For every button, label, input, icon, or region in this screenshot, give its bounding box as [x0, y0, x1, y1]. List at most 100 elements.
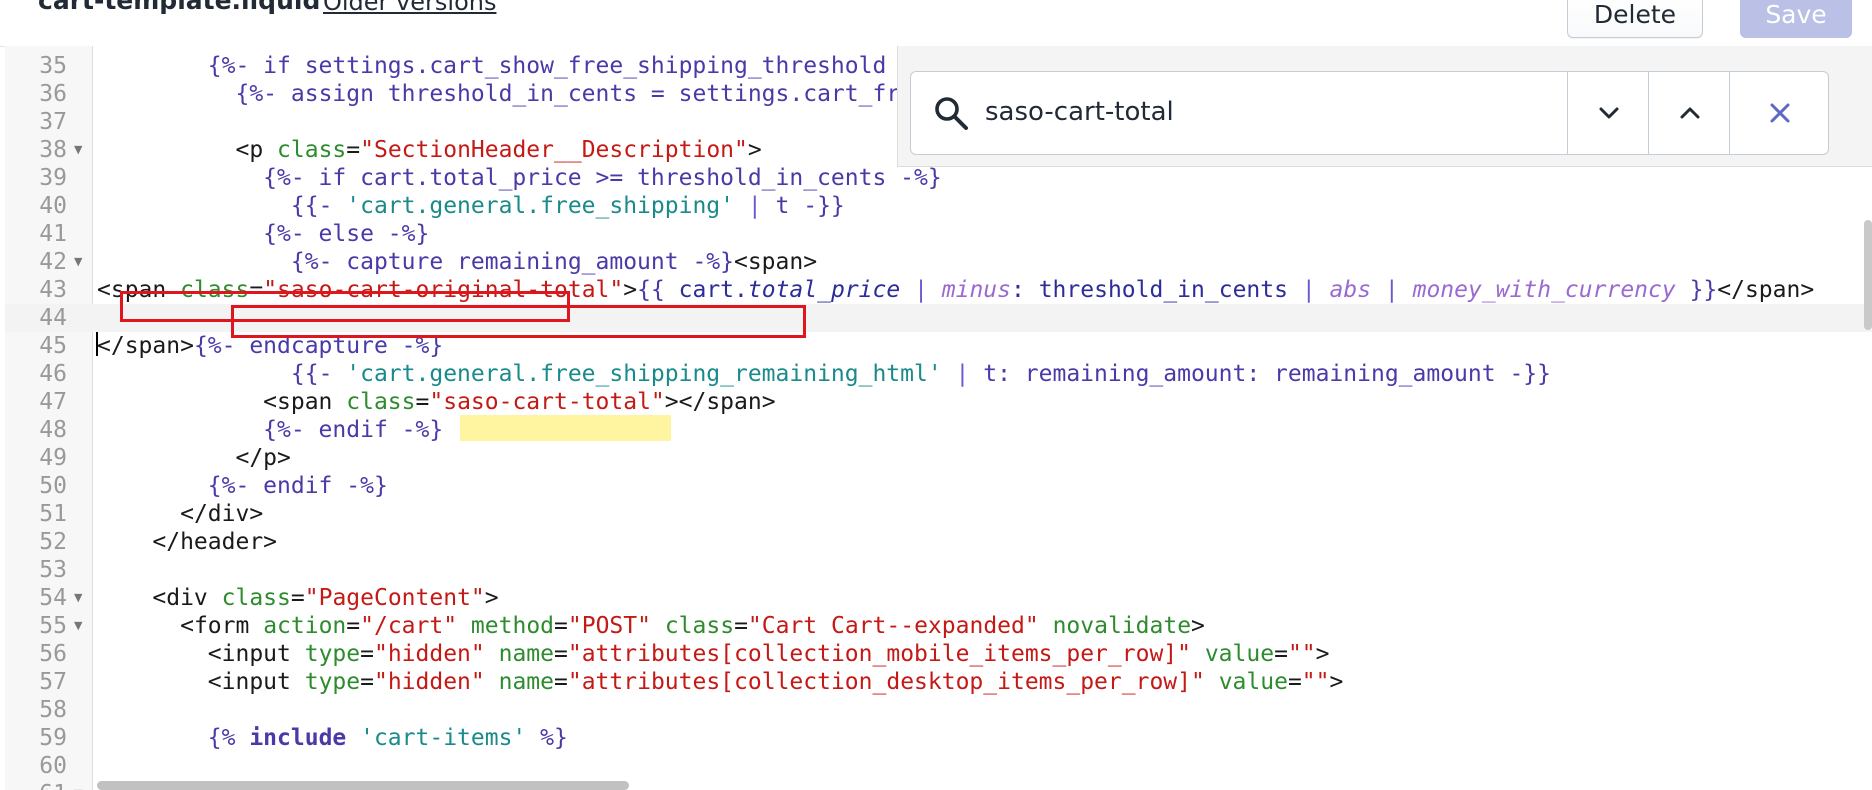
code-token: 'cart-items' [346, 725, 527, 751]
code-token: "POST" [567, 613, 651, 639]
delete-button[interactable]: Delete [1567, 0, 1703, 38]
save-button[interactable]: Save [1740, 0, 1852, 38]
code-text: {% include 'cart-items' %} [97, 724, 568, 752]
code-token: | [941, 361, 984, 387]
line-number: 49 [39, 445, 67, 471]
line-number: 35 [39, 53, 67, 79]
code-line[interactable]: 52 </header> [5, 528, 1872, 556]
code-token: = [360, 641, 374, 667]
line-number: 58 [39, 697, 67, 723]
code-token: type [304, 669, 361, 695]
code-line[interactable]: 57 <input type="hidden" name="attributes… [5, 668, 1872, 696]
code-line[interactable]: 48 {%- endif -%} [5, 416, 1872, 444]
code-line[interactable]: 53 [5, 556, 1872, 584]
line-number: 41 [39, 221, 67, 247]
code-line[interactable]: 54 ▼ <div class="PageContent"> [5, 584, 1872, 612]
code-line[interactable]: 59 {% include 'cart-items' %} [5, 724, 1872, 752]
code-token: minus [941, 277, 1012, 303]
code-token: t: remaining_amount: remaining_amount -}… [983, 361, 1551, 387]
line-number: 54 [39, 585, 67, 611]
code-line[interactable]: 39 {%- if cart.total_price >= threshold_… [5, 164, 1872, 192]
code-line[interactable]: 55 ▼ <form action="/cart" method="POST" c… [5, 612, 1872, 640]
code-text: {%- endif -%} [97, 472, 388, 500]
code-token: <span> [733, 249, 818, 275]
code-token: t -}} [775, 193, 845, 219]
code-text: {%- if settings.cart_show_free_shipping_… [97, 52, 942, 80]
fold-arrow-icon[interactable]: ▼ [74, 248, 82, 276]
code-token: method [457, 613, 555, 639]
code-token: class [650, 613, 735, 639]
code-token: {%- if settings.cart_show_free_shipping_… [207, 53, 942, 79]
search-input[interactable] [985, 90, 1565, 134]
code-line[interactable]: 41 {%- else -%} [5, 220, 1872, 248]
code-token: = [554, 669, 568, 695]
code-token: {%- capture remaining_amount -%} [290, 249, 734, 275]
code-text: {%- endif -%} [97, 416, 443, 444]
code-line[interactable]: 56 <input type="hidden" name="attributes… [5, 640, 1872, 668]
code-token: value [1204, 669, 1288, 695]
code-token: "PageContent" [304, 585, 485, 611]
line-number: 60 [39, 753, 67, 779]
code-token: <form [180, 613, 264, 639]
code-line[interactable]: 46 {{- 'cart.general.free_shipping_remai… [5, 360, 1872, 388]
code-token: = [360, 669, 374, 695]
code-token: "hidden" [373, 669, 485, 695]
code-token: > [484, 585, 499, 611]
code-line[interactable]: 51 </div> [5, 500, 1872, 528]
previous-match-button[interactable] [1648, 71, 1730, 155]
next-match-button[interactable] [1567, 71, 1649, 155]
code-token: "attributes[collection_desktop_items_per… [567, 669, 1205, 695]
line-number: 36 [39, 81, 67, 107]
fold-arrow-icon[interactable]: ▼ [74, 612, 82, 640]
code-token: name [484, 669, 554, 695]
line-number: 53 [39, 557, 67, 583]
code-line[interactable]: 42 ▼ {%- capture remaining_amount -%}<spa… [5, 248, 1872, 276]
older-versions-link[interactable]: Older versions [323, 0, 496, 16]
fold-arrow-icon[interactable]: ▼ [74, 136, 82, 164]
code-line[interactable]: 58 [5, 696, 1872, 724]
code-line[interactable]: 60 [5, 752, 1872, 780]
code-text: <input type="hidden" name="attributes[co… [97, 668, 1344, 696]
line-number: 39 [39, 165, 67, 191]
line-number: 61 [5, 780, 67, 790]
close-search-button[interactable] [1729, 71, 1830, 155]
code-token: {%- endif -%} [263, 417, 444, 443]
code-token: {{- [290, 193, 347, 219]
code-token: "/cart" [360, 613, 458, 639]
code-line[interactable]: 50 {%- endif -%} [5, 472, 1872, 500]
code-token: > [623, 277, 638, 303]
code-token: = [554, 613, 568, 639]
horizontal-scrollbar[interactable] [97, 781, 629, 790]
code-line[interactable]: 40 {{- 'cart.general.free_shipping' | t … [5, 192, 1872, 220]
code-token: = [1274, 641, 1288, 667]
line-number: 52 [39, 529, 67, 555]
code-token: include [249, 725, 347, 751]
chevron-down-icon [1599, 107, 1618, 119]
annotation-box-line-47 [231, 305, 806, 338]
code-token: > [1329, 669, 1344, 695]
code-line[interactable]: 47 <span class="saso-cart-total"></span> [5, 388, 1872, 416]
fold-arrow-icon[interactable]: ▼ [74, 584, 82, 612]
editor-header: cart-template.liquid Older versions Dele… [0, 0, 1872, 47]
code-text: {{- 'cart.general.free_shipping_remainin… [97, 360, 1551, 388]
line-number: 55 [39, 613, 67, 639]
fold-arrow-icon[interactable]: ▼ [74, 780, 82, 790]
line-number: 42 [39, 249, 67, 275]
code-line[interactable]: 49 </p> [5, 444, 1872, 472]
code-token: value [1190, 641, 1275, 667]
text-cursor [96, 332, 98, 356]
code-token: cart. [678, 277, 748, 303]
code-token: 'cart.general.free_shipping' [346, 193, 734, 219]
vertical-scrollbar[interactable] [1864, 220, 1872, 330]
code-token: : threshold_in_cents [1011, 277, 1288, 303]
